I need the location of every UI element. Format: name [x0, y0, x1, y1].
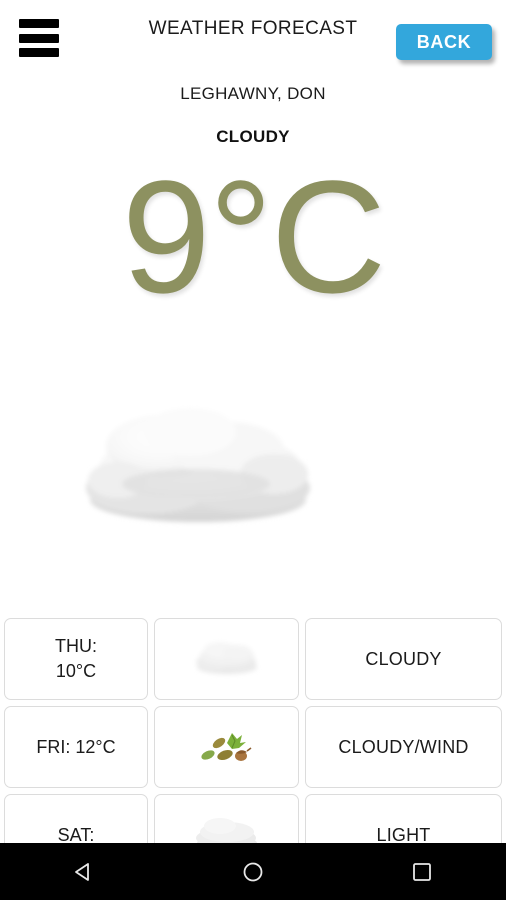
forecast-description-label: CLOUDY: [365, 648, 442, 669]
current-condition: CLOUDY: [216, 127, 290, 146]
forecast-description-cell: LIGHT: [305, 794, 502, 843]
cloud-icon: [192, 637, 262, 681]
app-header: WEATHER FORECAST BACK: [0, 0, 506, 72]
back-button[interactable]: BACK: [396, 24, 492, 60]
table-row[interactable]: SAT: LIGHT: [0, 794, 506, 843]
current-temperature: 9°C: [121, 147, 387, 326]
forecast-table: THU: 10°C CLOUDY FRI: 12°C CLOUDY/WIND S…: [0, 618, 506, 843]
forecast-description-label: CLOUDY/WIND: [338, 736, 469, 757]
cloud-icon: [192, 813, 262, 843]
forecast-description-cell: CLOUDY: [305, 618, 502, 700]
forecast-day-cell: FRI: 12°C: [4, 706, 148, 788]
forecast-day-label: SAT:: [57, 824, 95, 844]
cloud-icon: [78, 388, 323, 538]
leaves-acorns-wind-icon: [192, 725, 262, 769]
current-location: LEGHAWNY, DON: [180, 84, 326, 103]
forecast-icon-cell: [154, 618, 299, 700]
forecast-day-label: FRI: 12°C: [36, 736, 116, 757]
square-recents-icon[interactable]: [337, 860, 506, 884]
table-row[interactable]: THU: 10°C CLOUDY: [0, 618, 506, 700]
triangle-back-icon[interactable]: [0, 860, 169, 884]
forecast-day-label: THU: 10°C: [55, 636, 97, 681]
forecast-day-cell: SAT:: [4, 794, 148, 843]
weather-app-screen: WEATHER FORECAST BACK LEGHAWNY, DON CLOU…: [0, 0, 506, 843]
forecast-icon-cell: [154, 794, 299, 843]
table-row[interactable]: FRI: 12°C CLOUDY/WIND: [0, 706, 506, 788]
android-navigation-bar: [0, 843, 506, 900]
circle-home-icon[interactable]: [169, 860, 338, 884]
forecast-icon-cell: [154, 706, 299, 788]
forecast-description-cell: CLOUDY/WIND: [305, 706, 502, 788]
forecast-description-label: LIGHT: [376, 824, 431, 844]
menu-bar: [19, 48, 59, 57]
forecast-day-cell: THU: 10°C: [4, 618, 148, 700]
